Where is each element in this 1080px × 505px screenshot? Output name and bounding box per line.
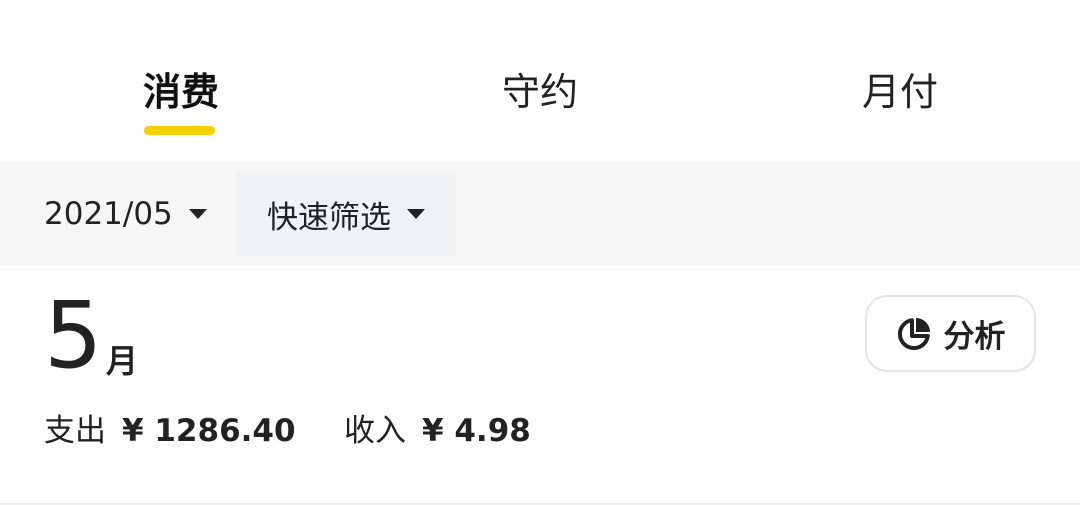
filter-bar: 2021/05 快速筛选 <box>0 162 1080 266</box>
expense-label: 支出 <box>44 413 106 449</box>
active-tab-indicator <box>144 126 215 135</box>
tab-monthly-pay[interactable]: 月付 <box>862 66 938 118</box>
pie-chart-icon <box>897 317 930 350</box>
date-selector[interactable]: 2021/05 <box>44 188 207 240</box>
caret-down-icon <box>407 209 425 219</box>
income-amount: ¥ 4.98 <box>422 413 531 449</box>
tab-bar: 消费 守约 月付 <box>0 0 1080 162</box>
tab-credit[interactable]: 守约 <box>502 66 578 118</box>
income-label: 收入 <box>344 413 406 449</box>
month-unit: 月 <box>106 342 139 380</box>
caret-down-icon <box>188 209 207 219</box>
date-selector-value: 2021/05 <box>44 196 173 232</box>
tab-consumption[interactable]: 消费 <box>143 66 219 118</box>
quick-filter-label: 快速筛选 <box>267 199 391 236</box>
quick-filter-dropdown[interactable]: 快速筛选 <box>236 172 456 256</box>
expense-summary: 支出 ¥ 1286.40 <box>44 408 296 454</box>
month-number: 5 <box>44 282 103 389</box>
expense-amount: ¥ 1286.40 <box>122 413 296 449</box>
analysis-button[interactable]: 分析 <box>865 295 1036 372</box>
income-summary: 收入 ¥ 4.98 <box>344 408 531 454</box>
analysis-button-label: 分析 <box>943 319 1006 355</box>
